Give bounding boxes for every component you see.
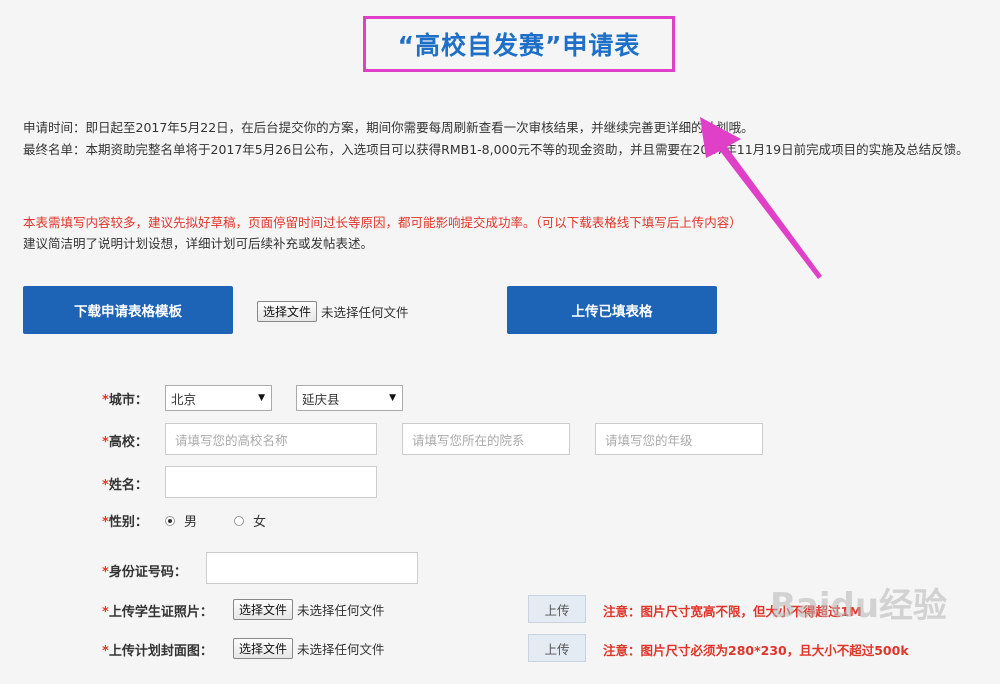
baidu-watermark: Baidu经验 xyxy=(770,586,948,626)
